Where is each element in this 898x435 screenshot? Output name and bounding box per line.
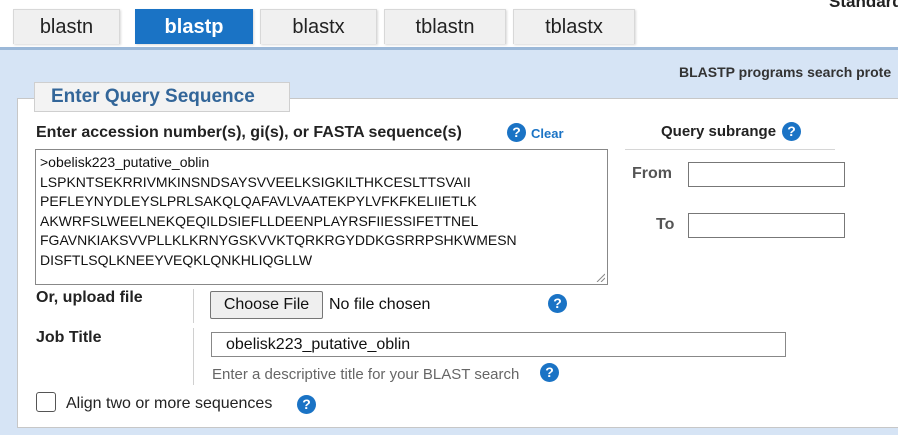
query-sequence-textarea[interactable]: >obelisk223_putative_oblin LSPKNTSEKRRIV… — [35, 149, 608, 285]
query-subrange-title: Query subrange — [661, 123, 777, 140]
question-circle-icon[interactable]: ? — [540, 363, 559, 382]
sequence-line: DISFTLSQLKNEEYVEQKLQNKHLIQGLLW — [40, 251, 313, 268]
tab-blastx[interactable]: blastx — [260, 9, 377, 44]
query-input-label: Enter accession number(s), gi(s), or FAS… — [36, 124, 462, 141]
query-section-title: Enter Query Sequence — [34, 82, 290, 112]
tab-tblastx[interactable]: tblastx — [513, 9, 635, 44]
choose-file-button[interactable]: Choose File — [210, 291, 323, 319]
question-circle-icon[interactable]: ? — [548, 294, 567, 313]
job-title-label: Job Title — [36, 329, 102, 346]
job-title-hint: Enter a descriptive title for your BLAST… — [212, 366, 520, 383]
program-description: BLASTP programs search prote — [679, 64, 892, 80]
subrange-from-input[interactable] — [688, 162, 845, 187]
divider — [625, 149, 835, 150]
subrange-to-label: To — [656, 216, 675, 233]
divider — [193, 289, 194, 323]
align-sequences-checkbox[interactable] — [36, 392, 56, 412]
tab-tblastn[interactable]: tblastn — [384, 9, 506, 44]
divider — [193, 328, 194, 385]
sequence-line: >obelisk223_putative_oblin — [40, 154, 210, 170]
question-circle-icon[interactable]: ? — [507, 123, 526, 142]
job-title-input[interactable]: obelisk223_putative_oblin — [211, 332, 786, 357]
sequence-line: AKWRFSLWEELNEKQEQILDSIEFLLDEENPLAYRSFIIE… — [40, 212, 479, 229]
file-status: No file chosen — [329, 296, 431, 313]
subrange-to-input[interactable] — [688, 213, 845, 238]
subrange-from-label: From — [632, 165, 672, 182]
standard-heading: Standard — [829, 0, 898, 11]
clear-link[interactable]: Clear — [531, 126, 564, 141]
tab-blastp[interactable]: blastp — [135, 9, 253, 44]
question-circle-icon[interactable]: ? — [782, 122, 801, 141]
resize-grip-icon[interactable] — [595, 272, 605, 282]
tab-blastn[interactable]: blastn — [13, 9, 120, 44]
program-tabs: blastn blastp blastx tblastn tblastx Sta… — [0, 0, 898, 47]
align-sequences-label[interactable]: Align two or more sequences — [66, 395, 272, 413]
sequence-line: FGAVNKIAKSVVPLLKLKRNYGSKVVKTQRKRGYDDKGSR… — [40, 232, 517, 248]
upload-file-label: Or, upload file — [36, 289, 143, 306]
question-circle-icon[interactable]: ? — [297, 395, 316, 414]
sequence-line: LSPKNTSEKRRIVMKINSNDSAYSVVEELKSIGKILTHKC… — [40, 173, 471, 190]
sequence-line: PEFLEYNYDLEYSLPRLSAKQLQAFAVLVAATEKPYLVFK… — [40, 193, 477, 209]
